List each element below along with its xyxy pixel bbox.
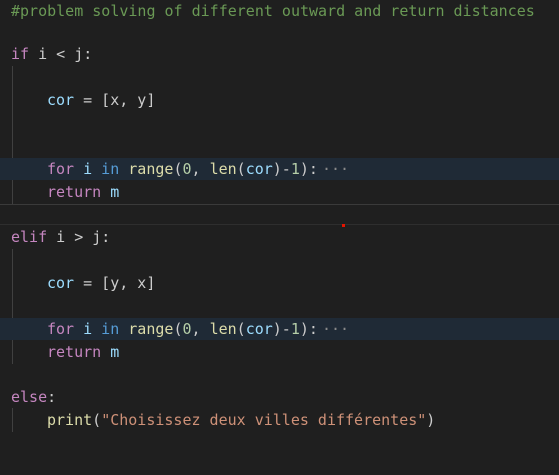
- cor-assignment: cor = [y, x]: [47, 272, 155, 294]
- code-line-return-2[interactable]: return m: [0, 341, 559, 363]
- print-string: "Choisissez deux villes différentes": [101, 411, 427, 429]
- code-line-cor-assign[interactable]: cor = [x, y]: [0, 89, 559, 111]
- len-function: len: [209, 160, 237, 178]
- else-keyword: else: [11, 388, 48, 406]
- code-line-comment[interactable]: #problem solving of different outward an…: [0, 0, 559, 22]
- if-statement: if i < j:: [11, 43, 92, 65]
- code-line-return[interactable]: return m: [0, 181, 559, 203]
- elif-condition: i > j:: [47, 228, 111, 246]
- print-function: print: [47, 411, 93, 429]
- in-keyword: in: [92, 160, 120, 178]
- elif-keyword: elif: [11, 228, 48, 246]
- range-offset: 1: [290, 320, 300, 338]
- cor-variable: cor: [47, 274, 75, 292]
- len-argument: cor: [245, 160, 273, 178]
- range-function: range: [119, 320, 174, 338]
- range-function: range: [119, 160, 174, 178]
- section-separator: [0, 204, 559, 205]
- code-line-else[interactable]: else:: [0, 386, 559, 408]
- return-statement: return m: [47, 341, 119, 363]
- return-value: m: [101, 183, 120, 201]
- code-editor[interactable]: #problem solving of different outward an…: [0, 0, 559, 441]
- for-statement: for i in range(0, len(cor)-1): ···: [47, 320, 350, 338]
- code-line-print[interactable]: print("Choisissez deux villes différente…: [0, 409, 559, 431]
- range-start: 0: [182, 320, 192, 338]
- else-statement: else:: [11, 388, 57, 406]
- for-statement: for i in range(0, len(cor)-1): ···: [47, 160, 350, 178]
- range-offset: 1: [290, 160, 300, 178]
- return-keyword: return: [47, 183, 102, 201]
- if-condition: i < j:: [29, 45, 93, 63]
- folded-region-ellipsis[interactable]: ···: [322, 320, 349, 338]
- cor-assignment: cor = [x, y]: [47, 89, 155, 111]
- elif-statement: elif i > j:: [11, 226, 110, 248]
- cor-variable: cor: [47, 91, 75, 109]
- len-function: len: [209, 320, 237, 338]
- for-keyword: for: [47, 160, 75, 178]
- code-line-elif[interactable]: elif i > j:: [0, 226, 559, 248]
- code-line-for-loop[interactable]: for i in range(0, len(cor)-1): ···: [0, 158, 559, 180]
- code-line-cor-assign-2[interactable]: cor = [y, x]: [0, 272, 559, 294]
- len-argument: cor: [245, 320, 273, 338]
- code-line-if[interactable]: if i < j:: [0, 43, 559, 65]
- in-keyword: in: [92, 320, 120, 338]
- folded-region-ellipsis[interactable]: ···: [322, 160, 349, 178]
- cor-value: = [x, y]: [74, 91, 156, 109]
- code-line-for-loop-2[interactable]: for i in range(0, len(cor)-1): ···: [0, 318, 559, 340]
- print-statement: print("Choisissez deux villes différente…: [47, 411, 436, 429]
- section-separator: [0, 224, 559, 225]
- return-statement: return m: [47, 181, 119, 203]
- cor-value: = [y, x]: [74, 274, 156, 292]
- loop-variable: i: [74, 160, 93, 178]
- if-keyword: if: [11, 45, 30, 63]
- range-start: 0: [182, 160, 192, 178]
- for-keyword: for: [47, 320, 75, 338]
- return-value: m: [101, 343, 120, 361]
- return-keyword: return: [47, 343, 102, 361]
- loop-variable: i: [74, 320, 93, 338]
- comment-text: #problem solving of different outward an…: [11, 2, 535, 20]
